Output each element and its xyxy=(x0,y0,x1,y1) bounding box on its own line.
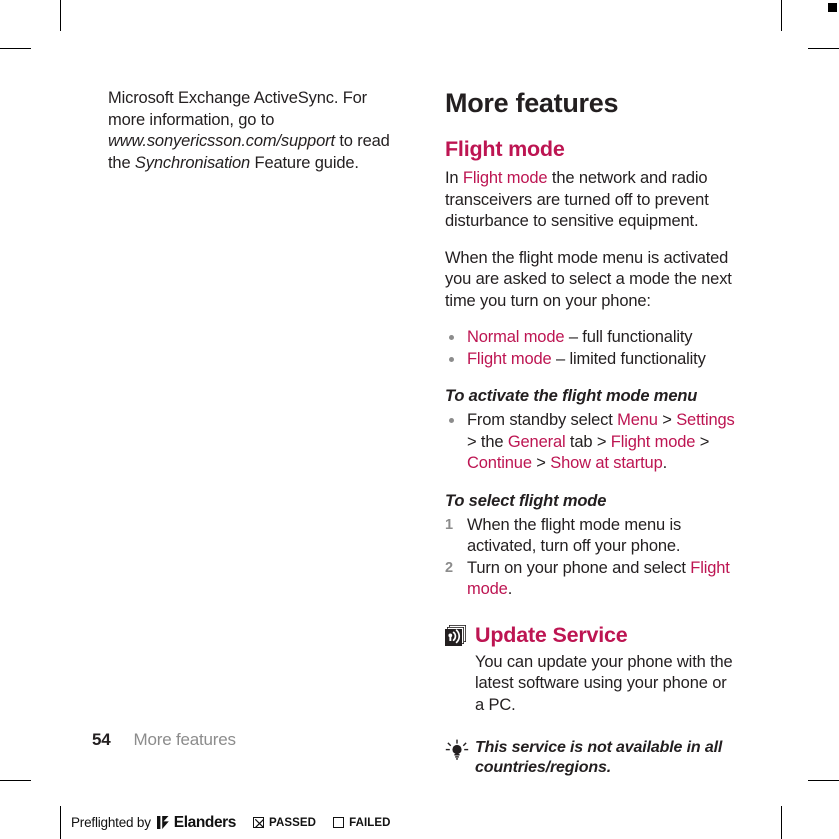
procedure-select-steps: 1 When the flight mode menu is activated,… xyxy=(445,515,740,601)
mode-description: – limited functionality xyxy=(551,349,706,368)
elanders-logo: Elanders xyxy=(156,813,237,832)
menu-path-item: Settings xyxy=(676,411,735,429)
procedure-title-select: To select flight mode xyxy=(445,491,607,510)
chapter-title: More features xyxy=(445,88,619,118)
support-url: www.sonyericsson.com/support xyxy=(108,132,335,150)
menu-path-item: General xyxy=(507,432,566,451)
update-service-heading-block: Update Service xyxy=(445,623,740,648)
bullet-dot-icon xyxy=(449,356,454,362)
bullet-dot-icon xyxy=(449,335,454,340)
procedure-activate-steps: From standby select Menu > Settings > th… xyxy=(445,410,740,475)
menu-path-separator: > xyxy=(695,432,710,451)
step-text-post: . xyxy=(507,580,513,598)
paragraph-1-pre: In xyxy=(445,169,463,187)
step-text-pre: Turn on your phone and select xyxy=(467,558,691,577)
continued-paragraph-tail: Feature guide. xyxy=(250,153,359,172)
menu-path-separator: tab > xyxy=(565,432,611,451)
list-item: From standby select Menu > Settings > th… xyxy=(445,410,740,475)
preflight-bar: Preflighted by Elanders PASSED FAILED xyxy=(61,806,391,839)
procedure-title-activate: To activate the flight mode menu xyxy=(445,387,698,405)
running-head: More features xyxy=(133,730,236,749)
crop-mark-bottom-left-horizontal xyxy=(0,780,31,781)
checkbox-empty-icon xyxy=(333,817,345,828)
right-text-column: More features Flight mode In Flight mode… xyxy=(445,88,740,778)
menu-path-item: Show at startup xyxy=(550,454,663,472)
left-text-column: Microsoft Exchange ActiveSync. For more … xyxy=(108,88,400,174)
elanders-brand-name: Elanders xyxy=(173,813,237,831)
preflight-passed-label: PASSED xyxy=(269,816,317,829)
tip-note: This service is not available in all cou… xyxy=(445,738,740,778)
broadcast-signal-icon xyxy=(445,624,467,647)
flight-mode-modes-list: Normal mode – full functionality Flight … xyxy=(445,327,740,370)
list-item: 2 Turn on your phone and select Flight mo… xyxy=(445,558,740,601)
crop-mark-bottom-right-vertical xyxy=(781,806,782,839)
flight-mode-paragraph-2: When the flight mode menu is activated y… xyxy=(445,248,732,310)
menu-path-terminator: . xyxy=(662,454,668,472)
list-item: Flight mode – limited functionality xyxy=(445,349,740,371)
mode-term: Normal mode xyxy=(467,328,565,346)
section-title-update-service: Update Service xyxy=(475,622,628,647)
checkbox-checked-icon xyxy=(253,817,265,829)
list-item: 1 When the flight mode menu is activated,… xyxy=(445,515,740,558)
preflight-failed-checkbox[interactable]: FAILED xyxy=(333,817,391,829)
lightbulb-tip-icon xyxy=(445,739,469,763)
step-text-pre: From standby select xyxy=(467,411,618,429)
flight-mode-paragraph-1: In Flight mode the network and radio tra… xyxy=(445,168,740,233)
crop-mark-top-left-horizontal xyxy=(0,48,31,49)
step-text: When the flight mode menu is activated, … xyxy=(467,515,682,556)
menu-path-separator: > xyxy=(531,454,551,472)
manual-page: Microsoft Exchange ActiveSync. For more … xyxy=(0,0,839,839)
bullet-dot-icon xyxy=(449,418,454,423)
guide-name: Synchronisation xyxy=(134,153,251,172)
step-number: 2 xyxy=(445,559,453,576)
menu-path-separator: > the xyxy=(467,432,508,451)
tip-text: This service is not available in all cou… xyxy=(475,739,723,776)
preflight-passed-checkbox[interactable]: PASSED xyxy=(253,817,316,829)
crop-mark-top-left-vertical xyxy=(60,0,61,31)
inline-term-flight-mode: Flight mode xyxy=(462,169,548,187)
crop-mark-top-right-horizontal xyxy=(808,48,839,49)
update-service-paragraph: You can update your phone with the lates… xyxy=(475,652,733,714)
page-number: 54 xyxy=(92,730,111,749)
menu-path-separator: > xyxy=(657,411,677,429)
crop-mark-top-right-vertical xyxy=(781,0,782,31)
page-footer: 54 More features xyxy=(92,730,236,750)
preflight-failed-label: FAILED xyxy=(349,816,391,829)
list-item: Normal mode – full functionality xyxy=(445,327,740,349)
continued-paragraph: Microsoft Exchange ActiveSync. For more … xyxy=(108,88,400,174)
continued-paragraph-lead: Microsoft Exchange ActiveSync. For more … xyxy=(108,89,368,129)
preflight-label: Preflighted by xyxy=(71,815,151,830)
mode-description: – full functionality xyxy=(564,328,693,346)
menu-path-item: Flight mode xyxy=(610,432,696,451)
update-service-body: You can update your phone with the lates… xyxy=(445,652,740,717)
menu-path-item: Continue xyxy=(467,454,532,472)
mode-term: Flight mode xyxy=(467,349,552,368)
section-title-flight-mode: Flight mode xyxy=(445,137,565,161)
crop-mark-bottom-right-horizontal xyxy=(808,780,839,781)
menu-path-item: Menu xyxy=(617,411,658,429)
registration-square-mark xyxy=(828,3,837,12)
step-number: 1 xyxy=(445,516,453,533)
